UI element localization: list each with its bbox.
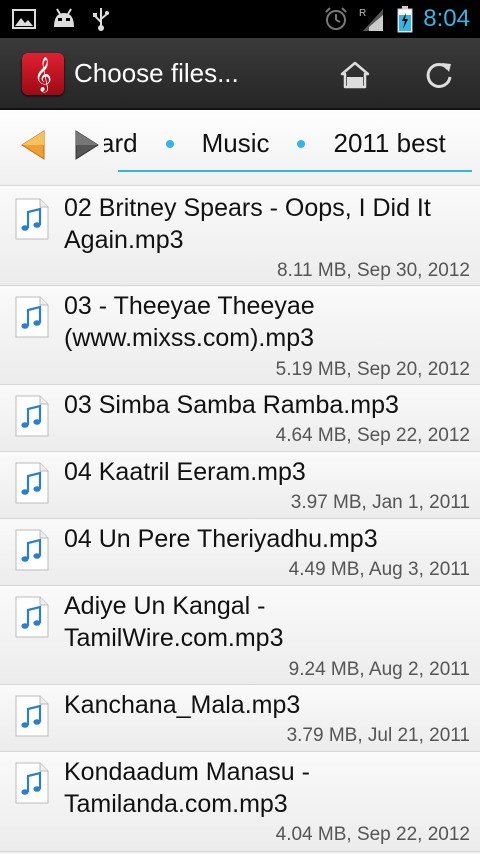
- audio-file-icon: [15, 529, 49, 571]
- file-details: 4.64 MB, Sep 22, 2012: [275, 425, 470, 446]
- status-bar: R 8:04: [0, 0, 480, 38]
- status-notifications: [12, 6, 110, 32]
- forward-arrow-icon[interactable]: [72, 128, 102, 162]
- breadcrumb-item-sdcard[interactable]: ard: [100, 128, 138, 159]
- list-item[interactable]: 03 Simba Samba Ramba.mp3 4.64 MB, Sep 22…: [0, 385, 480, 452]
- file-details: 3.79 MB, Jul 21, 2011: [286, 725, 470, 746]
- list-item[interactable]: 04 Un Pere Theriyadhu.mp3 4.49 MB, Aug 3…: [0, 519, 480, 586]
- list-item[interactable]: 04 Kaatril Eeram.mp3 3.97 MB, Jan 1, 201…: [0, 452, 480, 519]
- signal-icon: R: [359, 8, 384, 31]
- audio-file-icon: [15, 395, 49, 437]
- list-item[interactable]: 02 Britney Spears - Oops, I Did It Again…: [0, 186, 480, 286]
- audio-file-icon: [15, 198, 49, 240]
- breadcrumb-separator: [165, 139, 174, 148]
- file-details: 4.04 MB, Sep 22, 2012: [275, 824, 470, 845]
- app-icon[interactable]: 𝄞: [22, 53, 64, 95]
- breadcrumb-current-indicator: [118, 170, 472, 172]
- list-item[interactable]: Kanchana_Mala.mp3 3.79 MB, Jul 21, 2011: [0, 685, 480, 752]
- audio-file-icon: [15, 462, 49, 504]
- breadcrumb-item-2011-best[interactable]: 2011 best: [333, 128, 445, 159]
- list-item[interactable]: Adiye Un Kangal - TamilWire.com.mp3 9.24…: [0, 586, 480, 685]
- home-icon[interactable]: [338, 58, 372, 92]
- file-name: 04 Un Pere Theriyadhu.mp3: [64, 525, 378, 553]
- battery-icon: [397, 6, 413, 33]
- file-name: Kondaadum Manasu - Tamilanda.com.mp3: [64, 758, 310, 818]
- file-details: 4.49 MB, Aug 3, 2011: [288, 559, 470, 580]
- file-name: 03 Simba Samba Ramba.mp3: [64, 391, 399, 419]
- breadcrumb-separator: [297, 139, 306, 148]
- file-details: 3.97 MB, Jan 1, 2011: [290, 492, 470, 513]
- file-list: 02 Britney Spears - Oops, I Did It Again…: [0, 186, 480, 854]
- image-icon: [12, 9, 36, 29]
- file-details: 9.24 MB, Aug 2, 2011: [288, 659, 470, 680]
- usb-icon: [93, 8, 109, 31]
- list-item[interactable]: 03 - Theeyae Theeyae (www.mixss.com).mp3…: [0, 286, 480, 385]
- file-name: 03 - Theeyae Theeyae (www.mixss.com).mp3: [64, 292, 315, 352]
- back-arrow-icon[interactable]: [18, 128, 48, 162]
- audio-file-icon: [15, 296, 49, 338]
- file-name: 04 Kaatril Eeram.mp3: [64, 458, 306, 486]
- status-time: 8:04: [423, 5, 470, 32]
- alarm-icon: [325, 7, 347, 30]
- breadcrumb-track: ard Music 2011 best: [100, 128, 446, 159]
- file-details: 8.11 MB, Sep 30, 2012: [277, 260, 470, 281]
- file-name: 02 Britney Spears - Oops, I Did It Again…: [64, 194, 431, 254]
- action-bar: 𝄞 Choose files...: [0, 38, 480, 110]
- audio-file-icon: [15, 762, 49, 804]
- audio-file-icon: [15, 596, 49, 638]
- status-system: R 8:04: [323, 4, 470, 34]
- file-name: Kanchana_Mala.mp3: [64, 691, 301, 719]
- audio-file-icon: [15, 695, 49, 737]
- file-details: 5.19 MB, Sep 20, 2012: [275, 359, 470, 380]
- page-title: Choose files...: [74, 58, 239, 88]
- list-item[interactable]: Kondaadum Manasu - Tamilanda.com.mp3 4.0…: [0, 752, 480, 852]
- svg-text:R: R: [359, 8, 366, 19]
- file-name: Adiye Un Kangal - TamilWire.com.mp3: [64, 592, 284, 652]
- treble-clef-icon: 𝄞: [34, 56, 52, 92]
- android-icon: [54, 8, 74, 27]
- refresh-icon[interactable]: [422, 58, 456, 92]
- breadcrumb-item-music[interactable]: Music: [202, 128, 270, 159]
